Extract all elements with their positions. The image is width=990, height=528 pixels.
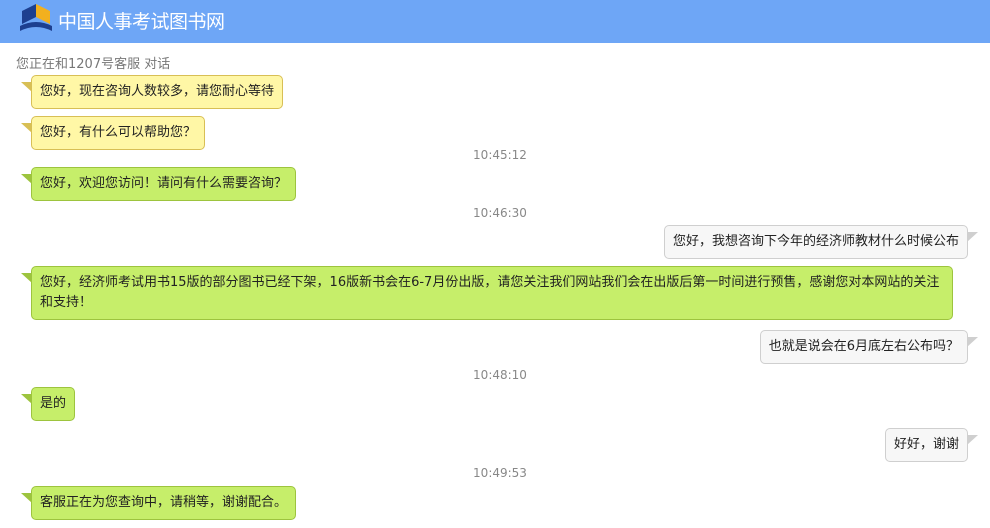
agent-message: 您好，现在咨询人数较多，请您耐心等待 <box>20 75 284 109</box>
agent-message: 客服正在为您查询中，请稍等，谢谢配合。 <box>20 486 297 520</box>
site-logo-icon <box>20 4 52 31</box>
timestamp: 10:46:30 <box>473 206 527 220</box>
timestamp: 10:45:12 <box>473 148 527 162</box>
timestamp: 10:48:10 <box>473 368 527 382</box>
agent-message: 是的 <box>20 387 76 421</box>
user-message: 好好，谢谢 <box>884 428 979 462</box>
chat-status: 您正在和1207号客服 对话 <box>16 57 171 72</box>
agent-message: 您好，欢迎您访问！请问有什么需要咨询？ <box>20 167 297 201</box>
user-message: 您好，我想咨询下今年的经济师教材什么时候公布 <box>663 225 979 259</box>
site-title: 中国人事考试图书网 <box>58 11 225 33</box>
user-message: 也就是说会在6月底左右公布吗？ <box>759 330 979 364</box>
agent-message: 您好，经济师考试用书15版的部分图书已经下架，16版新书会在6-7月份出版，请您… <box>21 266 953 320</box>
timestamp: 10:49:53 <box>473 466 527 480</box>
header-bar: 中国人事考试图书网 <box>0 0 990 43</box>
agent-message: 您好，有什么可以帮助您？ <box>20 116 206 150</box>
